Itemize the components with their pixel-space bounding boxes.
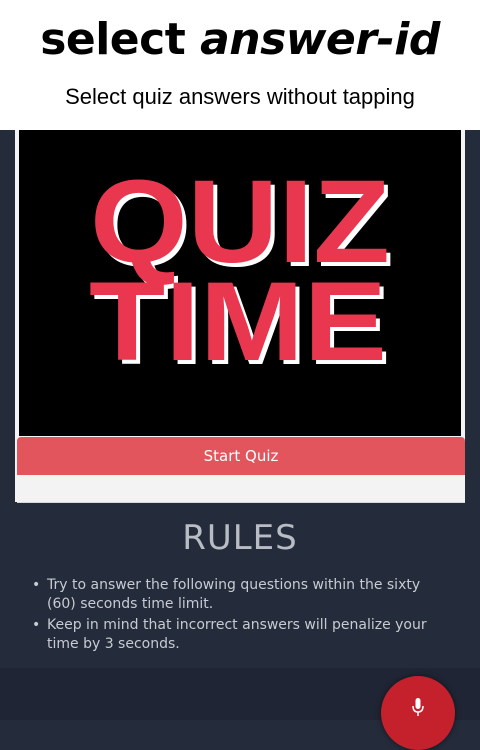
- rule-bullet: •: [32, 617, 41, 633]
- microphone-icon: [412, 698, 424, 716]
- caption-banner: select answer-id Select quiz answers wit…: [0, 0, 480, 130]
- voice-input-button[interactable]: [381, 676, 455, 750]
- rule-text-line: Keep in mind that incorrect answers will…: [47, 617, 427, 633]
- card-footer: [17, 475, 465, 503]
- rule-item: • Keep in mind that incorrect answers wi…: [0, 616, 480, 654]
- rule-bullet: •: [32, 577, 41, 593]
- rule-text-line: time by 3 seconds.: [47, 636, 180, 652]
- quiz-card: QUIZ QUIZ TIME TIME Start Quiz: [15, 130, 465, 503]
- quiz-time-graphic: QUIZ QUIZ TIME TIME: [89, 156, 394, 388]
- caption-subtitle: Select quiz answers without tapping: [65, 84, 415, 109]
- caption-title-italic: answer-id: [200, 14, 440, 65]
- rule-text-line: Try to answer the following questions wi…: [47, 577, 421, 593]
- rule-item: • Try to answer the following questions …: [0, 576, 480, 614]
- caption-title-regular: select: [40, 14, 201, 65]
- quiz-time-image: QUIZ QUIZ TIME TIME: [19, 130, 461, 436]
- rule-text-line: (60) seconds time limit.: [47, 596, 214, 612]
- rules-heading: RULES: [182, 518, 298, 558]
- caption-title: select answer-id: [0, 14, 480, 65]
- rules-list: • Try to answer the following questions …: [0, 576, 480, 656]
- start-quiz-button[interactable]: Start Quiz: [17, 437, 465, 475]
- quiz-image-line2: TIME: [89, 259, 387, 384]
